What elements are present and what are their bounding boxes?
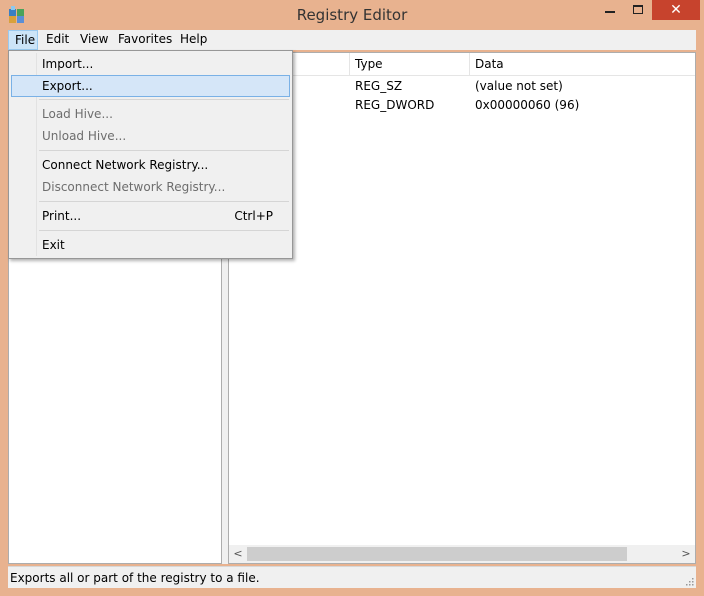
menu-print-shortcut: Ctrl+P (234, 209, 273, 223)
close-button[interactable]: ✕ (652, 0, 700, 20)
scroll-left-icon[interactable]: < (231, 547, 245, 561)
close-icon: ✕ (670, 2, 682, 18)
value-row[interactable]: ls REG_DWORD 0x00000060 (96) (229, 96, 695, 114)
menu-connect-label: Connect Network Registry... (42, 158, 209, 172)
value-data: (value not set) (475, 79, 563, 93)
column-data[interactable]: Data (475, 57, 504, 71)
menu-separator (39, 201, 289, 202)
menu-exit[interactable]: Exit (11, 234, 290, 256)
scroll-thumb[interactable] (247, 547, 627, 561)
menu-separator (39, 99, 289, 100)
title-bar[interactable]: Registry Editor ✕ (0, 0, 704, 30)
menu-print-label: Print... (42, 209, 82, 223)
status-text: Exports all or part of the registry to a… (10, 571, 260, 585)
menu-disconnect-label: Disconnect Network Registry... (42, 180, 226, 194)
list-header: Type Data (229, 53, 695, 76)
values-list-pane[interactable]: Type Data ) REG_SZ (value not set) ls RE… (228, 52, 696, 564)
value-row[interactable]: ) REG_SZ (value not set) (229, 77, 695, 95)
menu-connect-network-registry[interactable]: Connect Network Registry... (11, 154, 290, 176)
menu-edit[interactable]: Edit (40, 30, 75, 50)
menu-bar: File Edit View Favorites Help (8, 30, 696, 50)
maximize-button[interactable] (624, 0, 652, 20)
status-bar: Exports all or part of the registry to a… (8, 566, 696, 588)
menu-separator (39, 150, 289, 151)
minimize-button[interactable] (596, 0, 624, 20)
menu-help[interactable]: Help (174, 30, 213, 50)
menu-print[interactable]: Print... Ctrl+P (11, 205, 290, 227)
menu-load-hive-label: Load Hive... (42, 107, 113, 121)
value-type: REG_DWORD (355, 98, 435, 112)
column-divider[interactable] (349, 53, 350, 75)
menu-import[interactable]: Import... (11, 53, 290, 75)
menu-file[interactable]: File (8, 30, 38, 50)
file-dropdown-menu: Import... Export... Load Hive... Unload … (8, 50, 293, 259)
menu-view[interactable]: View (74, 30, 114, 50)
menu-favorites[interactable]: Favorites (112, 30, 178, 50)
column-type[interactable]: Type (355, 57, 383, 71)
menu-load-hive[interactable]: Load Hive... (11, 103, 290, 125)
menu-export[interactable]: Export... (11, 75, 290, 97)
scroll-right-icon[interactable]: > (679, 547, 693, 561)
column-divider[interactable] (469, 53, 470, 75)
registry-editor-window: Registry Editor ✕ File Edit View Favorit… (0, 0, 704, 596)
resize-grip-icon[interactable] (684, 576, 694, 586)
value-data: 0x00000060 (96) (475, 98, 580, 112)
horizontal-scrollbar[interactable]: < > (229, 545, 695, 563)
menu-unload-hive-label: Unload Hive... (42, 129, 127, 143)
menu-import-label: Import... (42, 57, 94, 71)
menu-exit-label: Exit (42, 238, 65, 252)
menu-disconnect-network-registry[interactable]: Disconnect Network Registry... (11, 176, 290, 198)
value-type: REG_SZ (355, 79, 403, 93)
menu-export-label: Export... (42, 79, 93, 93)
menu-unload-hive[interactable]: Unload Hive... (11, 125, 290, 147)
menu-separator (39, 230, 289, 231)
